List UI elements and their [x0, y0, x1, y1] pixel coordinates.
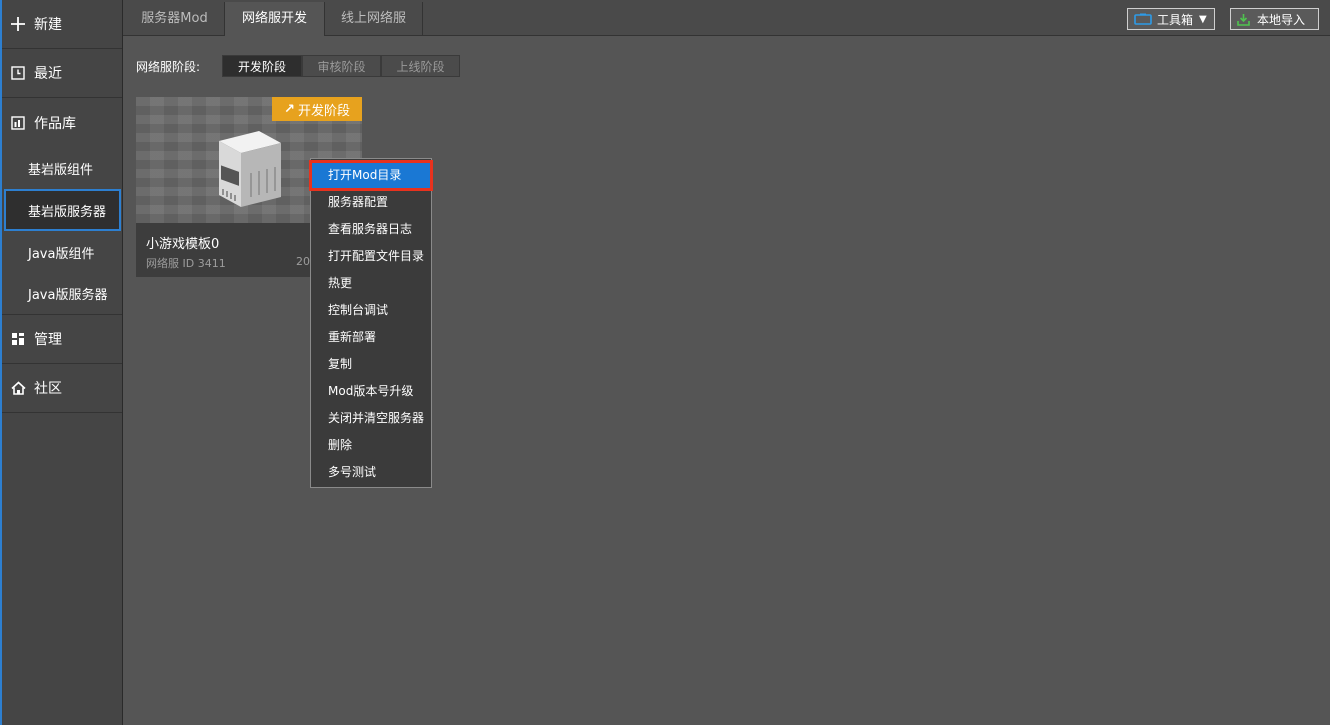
- home-icon: [10, 380, 26, 396]
- plus-icon: [10, 16, 26, 32]
- stage-option-online[interactable]: 上线阶段: [381, 55, 461, 77]
- context-menu-item[interactable]: 多号测试: [311, 459, 431, 486]
- stage-filter-label: 网络服阶段:: [136, 59, 201, 74]
- download-icon: [1237, 13, 1250, 26]
- server-icon: [219, 131, 281, 207]
- tab-network-dev[interactable]: 网络服开发: [225, 2, 325, 36]
- context-menu-item[interactable]: 复制: [311, 351, 431, 378]
- context-menu-item[interactable]: 查看服务器日志: [311, 216, 431, 243]
- sidebar-item-label: 管理: [34, 332, 62, 348]
- context-menu-item[interactable]: 重新部署: [311, 324, 431, 351]
- sidebar-subitem-label: Java版组件: [28, 246, 95, 262]
- toolbox-button[interactable]: 工具箱 ▼: [1127, 8, 1215, 30]
- stage-option-review[interactable]: 审核阶段: [302, 55, 382, 77]
- context-menu: 打开Mod目录 服务器配置 查看服务器日志 打开配置文件目录 热更 控制台调试 重新部署 复制…: [309, 158, 433, 488]
- context-menu-item[interactable]: 服务器配置: [311, 189, 431, 216]
- sidebar-item-label: 新建: [34, 17, 62, 33]
- sidebar-item-recent[interactable]: 最近: [2, 49, 122, 98]
- stage-filter: 网络服阶段: 开发阶段 审核阶段 上线阶段: [136, 55, 461, 77]
- clock-icon: [10, 65, 26, 81]
- sidebar-subitem-bedrock-server[interactable]: 基岩版服务器: [4, 189, 121, 231]
- context-menu-item[interactable]: 热更: [311, 270, 431, 297]
- sidebar-subitem-label: 基岩版组件: [28, 162, 94, 178]
- context-menu-item[interactable]: 关闭并清空服务器: [311, 405, 431, 432]
- sidebar-subitem-label: 基岩版服务器: [28, 204, 107, 220]
- arrow-up-right-icon: ↗: [284, 101, 295, 117]
- context-menu-item[interactable]: 删除: [311, 432, 431, 459]
- context-menu-item[interactable]: Mod版本号升级: [311, 378, 431, 405]
- sidebar-item-label: 社区: [34, 381, 62, 397]
- sidebar-subitem-bedrock-component[interactable]: 基岩版组件: [2, 147, 122, 189]
- stage-badge-label: 开发阶段: [297, 103, 350, 119]
- card-id: 网络服 ID 3411: [146, 257, 226, 270]
- context-menu-item[interactable]: 打开配置文件目录: [311, 243, 431, 270]
- stage-option-dev[interactable]: 开发阶段: [222, 55, 303, 77]
- sidebar-subitem-java-server[interactable]: Java版服务器: [2, 273, 122, 315]
- sidebar-subitem-java-component[interactable]: Java版组件: [2, 231, 122, 273]
- sidebar: 新建 最近 作品库 基岩版组件 基岩版服务器 Java版组件 Java版服务器 …: [0, 0, 123, 725]
- sidebar-item-label: 最近: [34, 66, 62, 82]
- local-import-button[interactable]: 本地导入: [1230, 8, 1319, 30]
- sidebar-item-manage[interactable]: 管理: [2, 315, 122, 364]
- toolbox-icon: [1134, 13, 1152, 25]
- sidebar-item-new[interactable]: 新建: [2, 0, 122, 49]
- sidebar-item-community[interactable]: 社区: [2, 364, 122, 413]
- tab-label: 线上网络服: [340, 11, 406, 26]
- library-icon: [10, 115, 26, 131]
- tab-label: 网络服开发: [241, 11, 307, 26]
- card-title: 小游戏模板0: [146, 237, 220, 252]
- sidebar-item-library[interactable]: 作品库: [2, 98, 122, 147]
- import-label: 本地导入: [1257, 12, 1306, 27]
- toolbox-label: 工具箱: [1157, 12, 1194, 27]
- manage-icon: [10, 331, 26, 347]
- top-tab-bar: 服务器Mod 网络服开发 线上网络服 工具箱 ▼ 本地导入: [123, 0, 1330, 36]
- tab-online-network[interactable]: 线上网络服: [325, 2, 423, 36]
- tab-label: 服务器Mod: [141, 11, 208, 26]
- caret-down-icon: ▼: [1199, 13, 1207, 25]
- tab-server-mod[interactable]: 服务器Mod: [125, 2, 225, 36]
- sidebar-item-label: 作品库: [34, 115, 76, 132]
- context-menu-item[interactable]: 打开Mod目录: [309, 160, 433, 191]
- stage-badge: ↗ 开发阶段: [272, 97, 362, 121]
- sidebar-subitem-label: Java版服务器: [28, 288, 108, 303]
- context-menu-item[interactable]: 控制台调试: [311, 297, 431, 324]
